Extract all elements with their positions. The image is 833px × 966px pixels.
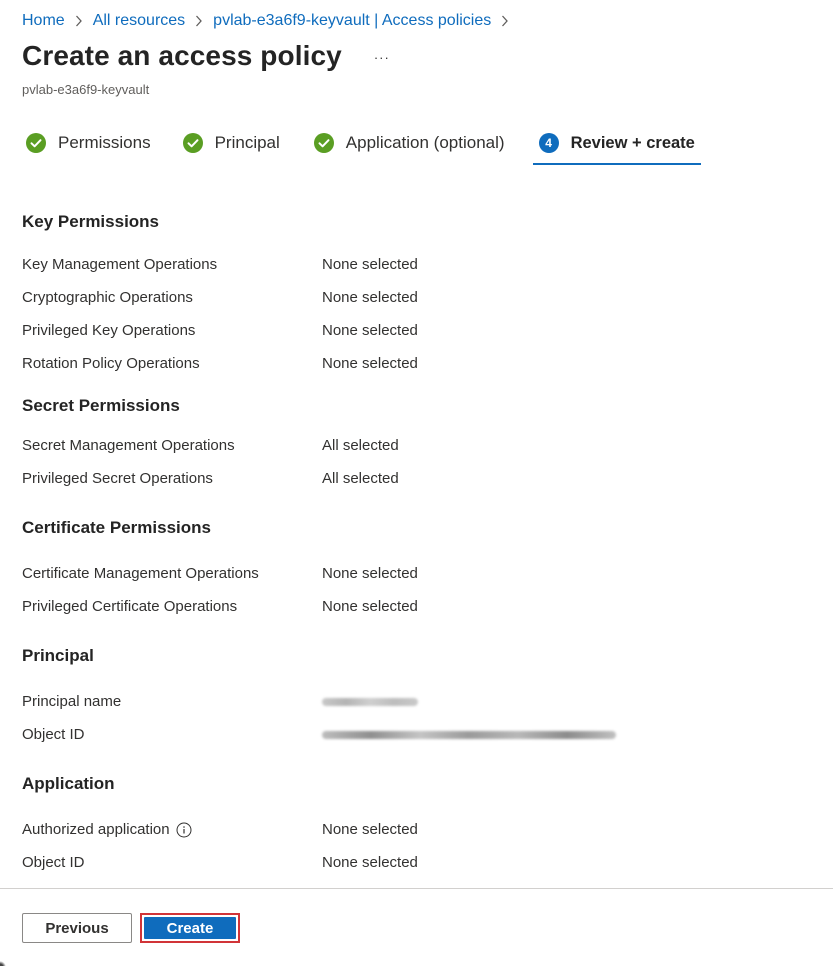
breadcrumb-all-resources[interactable]: All resources — [93, 12, 185, 30]
application-section: Application Authorized application None … — [22, 754, 802, 879]
section-heading: Certificate Permissions — [22, 517, 211, 537]
step-label: Application (optional) — [345, 133, 505, 152]
window-corner — [0, 959, 8, 966]
row-key: Authorized application — [22, 821, 322, 838]
wizard-steps: Permissions Principal Application (optio… — [22, 126, 702, 166]
tab-application[interactable]: Application (optional) — [308, 126, 511, 160]
authorized-application-label: Authorized application — [22, 821, 170, 838]
row-key: Rotation Policy Operations — [22, 355, 200, 372]
row-value: None selected — [322, 821, 418, 838]
row-key: Principal name — [22, 693, 122, 710]
step-label: Permissions — [58, 133, 151, 152]
list-item: Privileged Secret Operations All selecte… — [22, 462, 802, 495]
row-value: None selected — [322, 289, 418, 306]
row-value: None selected — [322, 256, 418, 273]
breadcrumb: Home All resources pvlab-e3a6f9-keyvault… — [22, 10, 519, 32]
key-permissions-section: Key Permissions Key Management Operation… — [22, 196, 802, 380]
row-value: None selected — [322, 598, 418, 615]
certificate-permissions-section: Certificate Permissions Certificate Mana… — [22, 498, 802, 623]
create-access-policy-page: Home All resources pvlab-e3a6f9-keyvault… — [0, 0, 833, 966]
row-value: None selected — [322, 322, 418, 339]
step-label: Review + create — [570, 133, 695, 152]
chevron-right-icon — [75, 14, 83, 28]
principal-section: Principal Principal name Object ID — [22, 626, 802, 751]
create-button[interactable]: Create — [144, 917, 236, 939]
page-subtitle: pvlab-e3a6f9-keyvault — [22, 82, 150, 97]
tab-permissions[interactable]: Permissions — [22, 126, 157, 160]
list-item: Cryptographic Operations None selected — [22, 281, 802, 314]
section-heading: Secret Permissions — [22, 396, 180, 415]
section-heading: Application — [22, 773, 115, 793]
step-label: Principal — [214, 133, 280, 152]
row-value: None selected — [322, 355, 418, 372]
section-heading: Principal — [22, 645, 94, 665]
principal-name-redacted — [322, 693, 418, 710]
object-id-redacted — [322, 726, 616, 743]
row-key: Cryptographic Operations — [22, 289, 193, 306]
tab-principal[interactable]: Principal — [177, 126, 286, 160]
list-item: Key Management Operations None selected — [22, 248, 802, 281]
row-key: Privileged Key Operations — [22, 322, 196, 339]
more-horizontal-icon: ··· — [373, 49, 390, 65]
row-value: All selected — [322, 437, 399, 454]
list-item: Authorized application None selected — [22, 813, 802, 846]
check-circle-icon — [182, 133, 203, 153]
breadcrumb-access-policies[interactable]: pvlab-e3a6f9-keyvault | Access policies — [213, 12, 491, 30]
row-key: Privileged Secret Operations — [22, 470, 213, 487]
row-key: Object ID — [22, 854, 85, 871]
section-heading: Key Permissions — [22, 212, 160, 231]
page-title: Create an access policy — [22, 40, 342, 71]
row-key: Privileged Certificate Operations — [22, 598, 238, 615]
row-key: Certificate Management Operations — [22, 565, 259, 582]
list-item: Secret Management Operations All selecte… — [22, 429, 802, 462]
row-value: None selected — [322, 854, 418, 871]
chevron-right-icon — [195, 14, 203, 28]
row-key: Key Management Operations — [22, 256, 218, 273]
row-value: All selected — [322, 470, 399, 487]
list-item: Certificate Management Operations None s… — [22, 557, 802, 590]
check-circle-icon — [313, 133, 334, 153]
check-circle-icon — [26, 133, 46, 153]
row-key: Object ID — [22, 726, 85, 743]
list-item: Rotation Policy Operations None selected — [22, 347, 802, 380]
list-item: Principal name — [22, 685, 802, 718]
title-row: Create an access policy ··· — [22, 40, 394, 72]
tab-review-create[interactable]: 4 Review + create — [532, 126, 702, 165]
footer-actions: Previous Create — [0, 888, 833, 966]
previous-button[interactable]: Previous — [22, 913, 132, 943]
create-button-highlight: Create — [140, 913, 240, 943]
list-item: Privileged Key Operations None selected — [22, 314, 802, 347]
list-item: Object ID None selected — [22, 846, 802, 879]
chevron-right-icon — [501, 14, 509, 28]
review-content: Key Permissions Key Management Operation… — [22, 196, 802, 879]
list-item: Object ID — [22, 718, 802, 751]
secret-permissions-section: Secret Permissions Secret Management Ope… — [22, 383, 802, 495]
list-item: Privileged Certificate Operations None s… — [22, 590, 802, 623]
row-key: Secret Management Operations — [22, 437, 235, 454]
info-icon[interactable] — [176, 822, 192, 838]
more-options-button[interactable]: ··· — [370, 45, 394, 69]
step-number-badge: 4 — [538, 133, 559, 153]
breadcrumb-home[interactable]: Home — [22, 12, 65, 30]
row-value: None selected — [322, 565, 418, 582]
